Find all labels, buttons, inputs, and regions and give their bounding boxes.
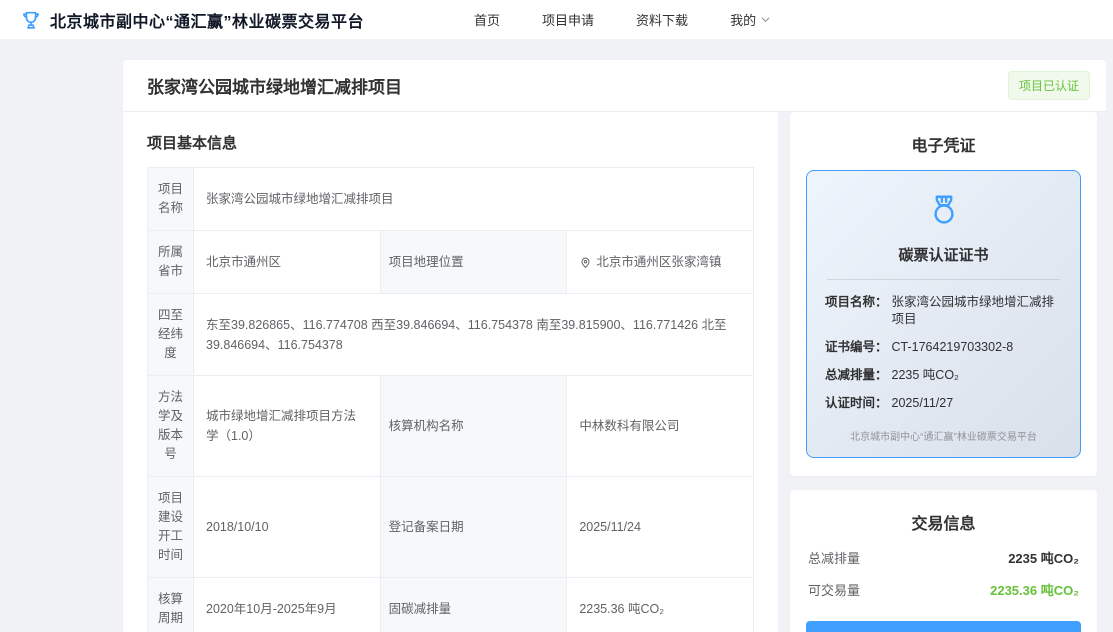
field-value: 2018/10/10 [194, 477, 381, 578]
certificate-field-label: 项目名称： [825, 294, 888, 328]
main-nav: 首页 项目申请 资料下载 我的 [474, 10, 771, 29]
medal-icon [926, 193, 962, 229]
chevron-down-icon [760, 14, 771, 25]
certificate-field-value: 张家湾公园城市绿地增汇减排项目 [892, 294, 1062, 328]
content-layout: 张家湾公园城市绿地增汇减排项目 项目已认证 项目基本信息 项目名称 张家湾公园城… [123, 60, 1106, 632]
field-label: 登记备案日期 [380, 477, 567, 578]
field-value: 2235.36 吨CO₂ [567, 578, 754, 632]
field-label: 核算机构名称 [380, 376, 567, 477]
certificate-field: 证书编号： CT-1764219703302-8 [825, 339, 1062, 356]
location-pin-icon [579, 256, 592, 269]
location-text: 北京市通州区张家湾镇 [596, 252, 721, 272]
certificate-field-label: 认证时间： [825, 395, 888, 412]
trade-total-row: 总减排量 2235 吨CO₂ [808, 548, 1079, 567]
field-value: 张家湾公园城市绿地增汇减排项目 [194, 168, 754, 231]
trade-info-card: 交易信息 总减排量 2235 吨CO₂ 可交易量 2235.36 吨CO₂ [790, 490, 1097, 632]
info-section-title: 项目基本信息 [147, 132, 754, 153]
field-label: 项目建设开工时间 [148, 477, 194, 578]
trade-card-title: 交易信息 [806, 510, 1081, 534]
project-info-table: 项目名称 张家湾公园城市绿地增汇减排项目 所属省市 北京市通州区 项目地理位置 [147, 167, 754, 632]
status-badge: 项目已认证 [1008, 71, 1090, 100]
brand-title: 北京城市副中心“通汇赢”林业碳票交易平台 [50, 8, 364, 32]
field-label: 核算周期 [148, 578, 194, 632]
table-row: 核算周期 2020年10月-2025年9月 固碳减排量 2235.36 吨CO₂ [148, 578, 754, 632]
table-row: 所属省市 北京市通州区 项目地理位置 [148, 231, 754, 294]
certificate-field: 认证时间： 2025/11/27 [825, 395, 1062, 412]
project-info-card: 项目基本信息 项目名称 张家湾公园城市绿地增汇减排项目 所属省市 北京市通州区 … [123, 112, 778, 632]
certificate-card-title: 电子凭证 [806, 132, 1081, 156]
trade-total-value: 2235 吨CO₂ [1008, 548, 1079, 567]
field-label: 方法学及版本号 [148, 376, 194, 477]
field-value: 北京市通州区张家湾镇 [567, 231, 754, 294]
table-row: 方法学及版本号 城市绿地增汇减排项目方法学（1.0） 核算机构名称 中林数科有限… [148, 376, 754, 477]
field-label: 所属省市 [148, 231, 194, 294]
certificate-field-value: 2235 吨CO₂ [892, 367, 959, 384]
certificate-card: 电子凭证 碳票认证证书 项 [790, 112, 1097, 476]
certificate-field-value: CT-1764219703302-8 [892, 339, 1014, 356]
nav-item-mine-label: 我的 [730, 10, 756, 29]
nav-item-home[interactable]: 首页 [474, 10, 500, 29]
certificate-voucher: 碳票认证证书 项目名称： 张家湾公园城市绿地增汇减排项目 证书编号： CT-17… [806, 170, 1081, 458]
table-row: 项目名称 张家湾公园城市绿地增汇减排项目 [148, 168, 754, 231]
trade-available-row: 可交易量 2235.36 吨CO₂ [808, 580, 1079, 599]
nav-item-apply[interactable]: 项目申请 [542, 10, 594, 29]
field-label: 项目地理位置 [380, 231, 567, 294]
certificate-title: 碳票认证证书 [823, 244, 1064, 265]
certificate-field: 项目名称： 张家湾公园城市绿地增汇减排项目 [825, 294, 1062, 328]
page: 北京城市副中心“通汇赢”林业碳票交易平台 首页 项目申请 资料下载 我的 张家湾… [0, 0, 1113, 632]
trade-total-label: 总减排量 [808, 548, 860, 567]
certificate-footer: 北京城市副中心“通汇赢”林业碳票交易平台 [823, 428, 1064, 443]
certificate-field-label: 证书编号： [825, 339, 888, 356]
trade-now-button-label: 立即交易 [927, 629, 979, 632]
field-value: 北京市通州区 [194, 231, 381, 294]
field-value: 中林数科有限公司 [567, 376, 754, 477]
field-value: 2025/11/24 [567, 477, 754, 578]
brand: 北京城市副中心“通汇赢”林业碳票交易平台 [20, 8, 364, 32]
divider [827, 279, 1060, 280]
table-row: 项目建设开工时间 2018/10/10 登记备案日期 2025/11/24 [148, 477, 754, 578]
field-value: 东至39.826865、116.774708 西至39.846694、116.7… [194, 294, 754, 376]
project-title-bar: 张家湾公园城市绿地增汇减排项目 项目已认证 [123, 60, 1106, 112]
field-value: 城市绿地增汇减排项目方法学（1.0） [194, 376, 381, 477]
table-row: 四至经纬度 东至39.826865、116.774708 西至39.846694… [148, 294, 754, 376]
trade-available-value: 2235.36 吨CO₂ [990, 580, 1079, 599]
nav-item-mine[interactable]: 我的 [730, 10, 771, 29]
top-navbar: 北京城市副中心“通汇赢”林业碳票交易平台 首页 项目申请 资料下载 我的 [0, 0, 1113, 40]
field-label: 固碳减排量 [380, 578, 567, 632]
field-label: 项目名称 [148, 168, 194, 231]
trade-available-label: 可交易量 [808, 580, 860, 599]
nav-item-download[interactable]: 资料下载 [636, 10, 688, 29]
page-title: 张家湾公园城市绿地增汇减排项目 [147, 73, 402, 98]
certificate-field-value: 2025/11/27 [892, 395, 954, 412]
sidebar: 电子凭证 碳票认证证书 项 [790, 112, 1097, 632]
certificate-field: 总减排量： 2235 吨CO₂ [825, 367, 1062, 384]
field-value: 2020年10月-2025年9月 [194, 578, 381, 632]
trophy-icon [20, 9, 42, 31]
certificate-field-label: 总减排量： [825, 367, 888, 384]
field-label: 四至经纬度 [148, 294, 194, 376]
trade-now-button[interactable]: 立即交易 [806, 621, 1081, 632]
